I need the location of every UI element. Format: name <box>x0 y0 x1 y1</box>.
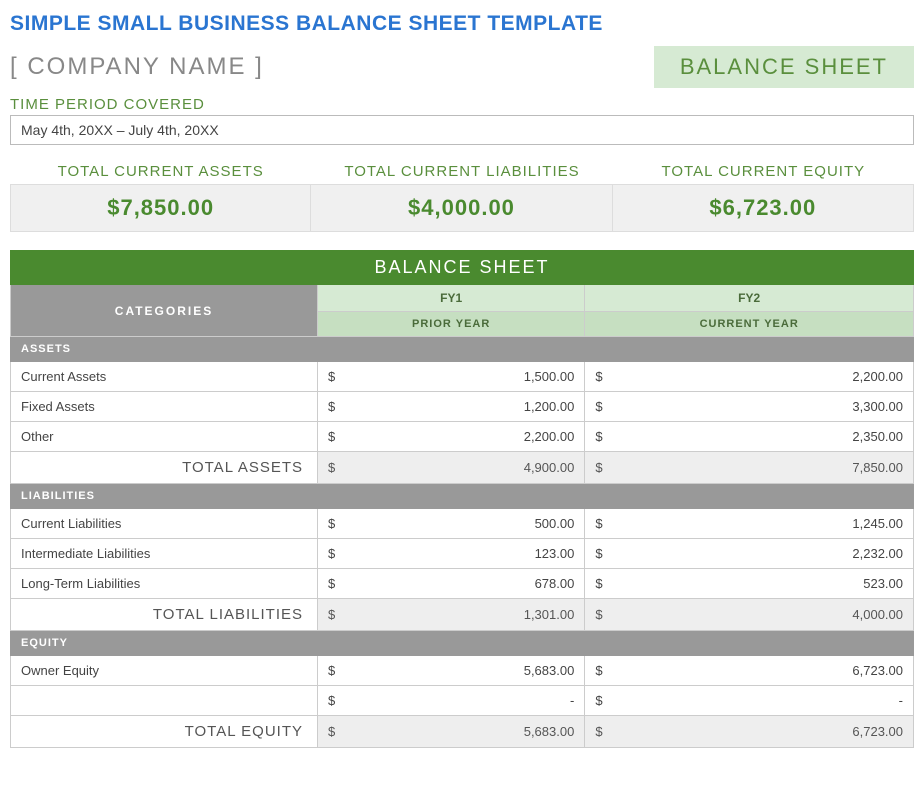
currency-symbol: $ <box>595 663 602 678</box>
section-total-label: TOTAL EQUITY <box>11 716 318 748</box>
total-assets-summary: TOTAL CURRENT ASSETS $7,850.00 <box>10 163 311 232</box>
fy2-header: FY2 <box>585 285 914 312</box>
currency-symbol: $ <box>328 429 335 444</box>
currency-symbol: $ <box>328 546 335 561</box>
money-cell[interactable]: $523.00 <box>585 569 914 599</box>
sheet-banner: BALANCE SHEET <box>11 251 914 285</box>
section-header: LIABILITIES <box>11 484 914 509</box>
period-label: TIME PERIOD COVERED <box>10 96 914 113</box>
total-assets-label: TOTAL CURRENT ASSETS <box>10 163 311 180</box>
currency-symbol: $ <box>595 516 602 531</box>
money-cell[interactable]: $1,301.00 <box>318 599 585 631</box>
totals-row: TOTAL CURRENT ASSETS $7,850.00 TOTAL CUR… <box>10 163 914 232</box>
page-title: SIMPLE SMALL BUSINESS BALANCE SHEET TEMP… <box>10 12 914 36</box>
money-cell[interactable]: $5,683.00 <box>318 656 585 686</box>
total-liabilities-label: TOTAL CURRENT LIABILITIES <box>311 163 612 180</box>
currency-symbol: $ <box>595 546 602 561</box>
currency-symbol: $ <box>328 607 335 622</box>
money-cell[interactable]: $7,850.00 <box>585 452 914 484</box>
total-equity-summary: TOTAL CURRENT EQUITY $6,723.00 <box>613 163 914 232</box>
currency-symbol: $ <box>328 516 335 531</box>
currency-symbol: $ <box>595 607 602 622</box>
currency-symbol: $ <box>328 724 335 739</box>
currency-symbol: $ <box>328 576 335 591</box>
currency-symbol: $ <box>328 460 335 475</box>
total-liabilities-summary: TOTAL CURRENT LIABILITIES $4,000.00 <box>311 163 612 232</box>
money-cell[interactable]: $3,300.00 <box>585 392 914 422</box>
currency-symbol: $ <box>328 693 335 708</box>
money-cell[interactable]: $4,900.00 <box>318 452 585 484</box>
section-header: EQUITY <box>11 631 914 656</box>
section-header: ASSETS <box>11 337 914 362</box>
balance-sheet-tag: BALANCE SHEET <box>654 46 914 88</box>
currency-symbol: $ <box>595 724 602 739</box>
row-label[interactable]: Intermediate Liabilities <box>11 539 318 569</box>
money-cell[interactable]: $- <box>585 686 914 716</box>
row-label[interactable] <box>11 686 318 716</box>
currency-symbol: $ <box>328 663 335 678</box>
money-cell[interactable]: $- <box>318 686 585 716</box>
currency-symbol: $ <box>328 369 335 384</box>
total-liabilities-value: $4,000.00 <box>311 184 612 232</box>
currency-symbol: $ <box>328 399 335 414</box>
money-cell[interactable]: $123.00 <box>318 539 585 569</box>
money-cell[interactable]: $6,723.00 <box>585 656 914 686</box>
currency-symbol: $ <box>595 693 602 708</box>
money-cell[interactable]: $2,200.00 <box>318 422 585 452</box>
money-cell[interactable]: $5,683.00 <box>318 716 585 748</box>
row-label[interactable]: Other <box>11 422 318 452</box>
currency-symbol: $ <box>595 399 602 414</box>
total-equity-label: TOTAL CURRENT EQUITY <box>613 163 914 180</box>
currency-symbol: $ <box>595 429 602 444</box>
currency-symbol: $ <box>595 460 602 475</box>
currency-symbol: $ <box>595 369 602 384</box>
total-assets-value: $7,850.00 <box>10 184 311 232</box>
section-total-label: TOTAL LIABILITIES <box>11 599 318 631</box>
current-year-header: CURRENT YEAR <box>585 312 914 337</box>
money-cell[interactable]: $1,245.00 <box>585 509 914 539</box>
money-cell[interactable]: $1,200.00 <box>318 392 585 422</box>
prior-year-header: PRIOR YEAR <box>318 312 585 337</box>
money-cell[interactable]: $2,200.00 <box>585 362 914 392</box>
company-name: [ COMPANY NAME ] <box>10 53 264 81</box>
money-cell[interactable]: $500.00 <box>318 509 585 539</box>
money-cell[interactable]: $678.00 <box>318 569 585 599</box>
row-label[interactable]: Fixed Assets <box>11 392 318 422</box>
row-label[interactable]: Long-Term Liabilities <box>11 569 318 599</box>
balance-sheet-table: BALANCE SHEET CATEGORIES FY1 FY2 PRIOR Y… <box>10 250 914 748</box>
section-total-label: TOTAL ASSETS <box>11 452 318 484</box>
money-cell[interactable]: $4,000.00 <box>585 599 914 631</box>
money-cell[interactable]: $6,723.00 <box>585 716 914 748</box>
currency-symbol: $ <box>595 576 602 591</box>
total-equity-value: $6,723.00 <box>613 184 914 232</box>
money-cell[interactable]: $2,350.00 <box>585 422 914 452</box>
money-cell[interactable]: $2,232.00 <box>585 539 914 569</box>
row-label[interactable]: Current Assets <box>11 362 318 392</box>
row-label[interactable]: Current Liabilities <box>11 509 318 539</box>
row-label[interactable]: Owner Equity <box>11 656 318 686</box>
money-cell[interactable]: $1,500.00 <box>318 362 585 392</box>
fy1-header: FY1 <box>318 285 585 312</box>
categories-header: CATEGORIES <box>11 285 318 337</box>
period-input[interactable]: May 4th, 20XX – July 4th, 20XX <box>10 115 914 145</box>
header-row: [ COMPANY NAME ] BALANCE SHEET <box>10 46 914 88</box>
